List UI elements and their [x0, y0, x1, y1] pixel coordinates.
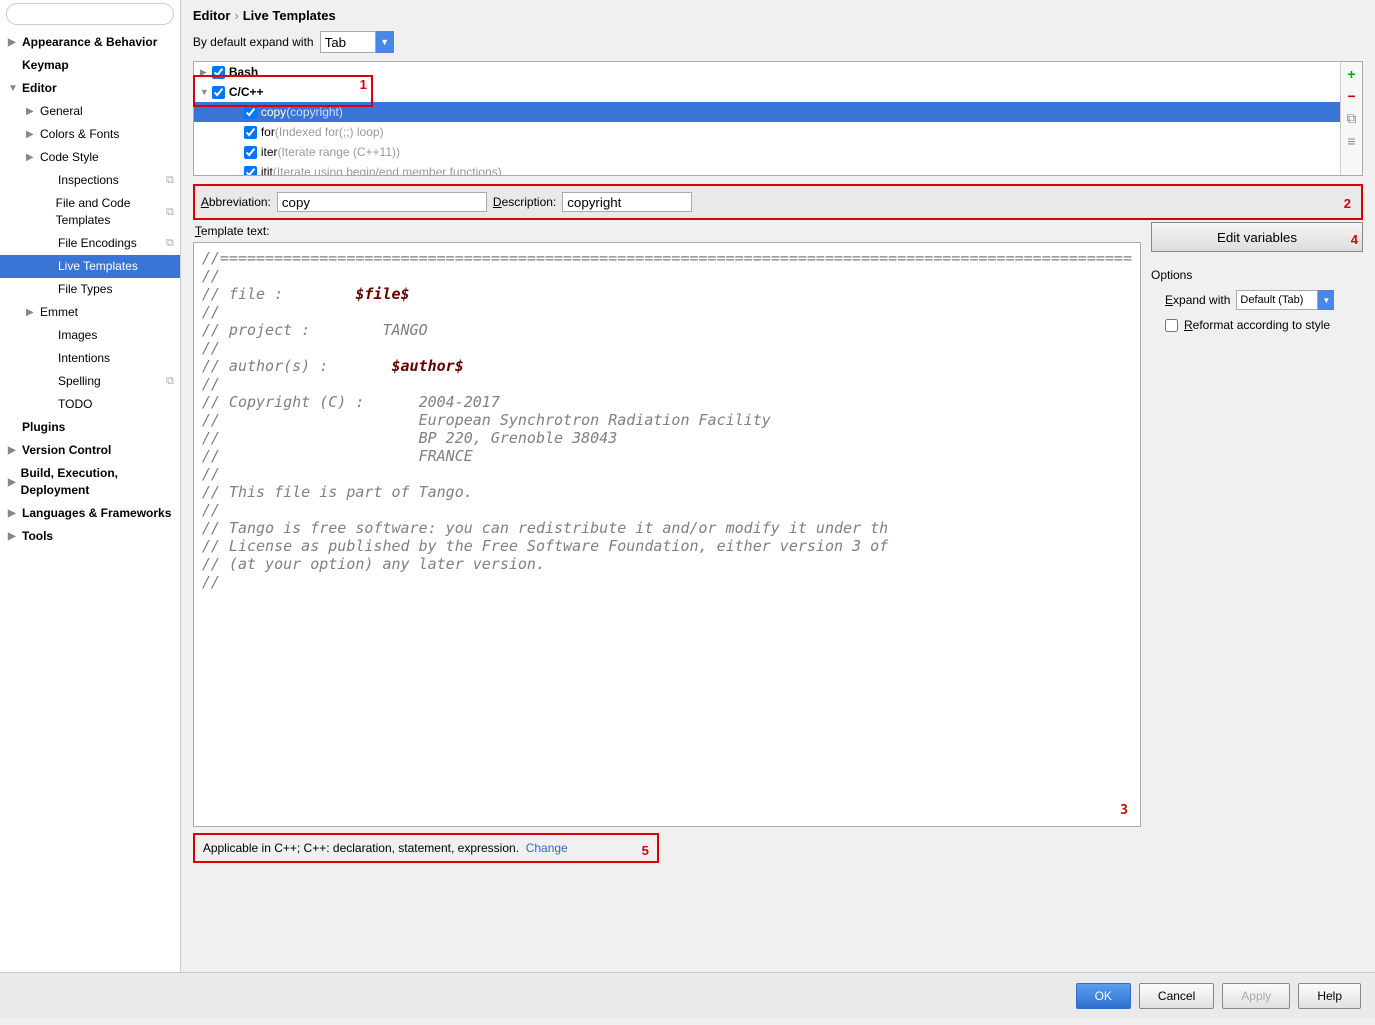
copy-icon[interactable]: ⧉	[1347, 110, 1357, 127]
abbreviation-row: AAbbreviation:bbreviation: Description: …	[193, 184, 1363, 220]
sidebar-item-18[interactable]: ▶Build, Execution, Deployment	[0, 462, 180, 502]
apply-button[interactable]: Apply	[1222, 983, 1290, 1009]
description-input[interactable]	[562, 192, 692, 212]
sidebar-item-20[interactable]: ▶Tools	[0, 525, 180, 548]
edit-variables-button[interactable]: Edit variables 4	[1151, 222, 1363, 252]
sidebar-item-8[interactable]: File Encodings⧉	[0, 232, 180, 255]
sidebar-item-5[interactable]: ▶Code Style	[0, 146, 180, 169]
sidebar-item-6[interactable]: Inspections⧉	[0, 169, 180, 192]
settings-icon[interactable]: ≡	[1347, 133, 1355, 149]
chevron-down-icon[interactable]: ▼	[1318, 290, 1334, 310]
ok-button[interactable]: OK	[1076, 983, 1131, 1009]
sidebar-item-2[interactable]: ▼Editor	[0, 77, 180, 100]
tree-row-3[interactable]: for (Indexed for(;;) loop)	[194, 122, 1340, 142]
sidebar-item-3[interactable]: ▶General	[0, 100, 180, 123]
remove-icon[interactable]: −	[1347, 88, 1355, 104]
sidebar-item-7[interactable]: File and Code Templates⧉	[0, 192, 180, 232]
sidebar-item-19[interactable]: ▶Languages & Frameworks	[0, 502, 180, 525]
applicable-contexts: Applicable in C++; C++: declaration, sta…	[193, 833, 659, 863]
help-button[interactable]: Help	[1298, 983, 1361, 1009]
expand-select[interactable]: ▼	[320, 31, 394, 53]
sidebar-item-17[interactable]: ▶Version Control	[0, 439, 180, 462]
sidebar-item-12[interactable]: Images	[0, 324, 180, 347]
sidebar-item-14[interactable]: Spelling⧉	[0, 370, 180, 393]
annotation-1: 1	[193, 75, 373, 107]
cancel-button[interactable]: Cancel	[1139, 983, 1214, 1009]
sidebar-item-0[interactable]: ▶Appearance & Behavior	[0, 31, 180, 54]
expand-with-select[interactable]: ▼	[1236, 290, 1334, 310]
sidebar-item-15[interactable]: TODO	[0, 393, 180, 416]
sidebar-item-16[interactable]: Plugins	[0, 416, 180, 439]
dialog-footer: OK Cancel Apply Help	[0, 972, 1375, 1018]
expand-label: By default expand with	[193, 35, 314, 49]
content-pane: Editor›Live Templates By default expand …	[181, 0, 1375, 972]
template-text-label: Template text:	[193, 220, 1141, 242]
chevron-down-icon[interactable]: ▼	[376, 31, 394, 53]
breadcrumb: Editor›Live Templates	[193, 4, 1363, 31]
change-contexts-link[interactable]: Change	[526, 841, 568, 855]
tree-row-4[interactable]: iter (Iterate range (C++11))	[194, 142, 1340, 162]
tree-row-5[interactable]: itit (Iterate using begin/end member fun…	[194, 162, 1340, 176]
sidebar-item-11[interactable]: ▶Emmet	[0, 301, 180, 324]
sidebar-item-1[interactable]: Keymap	[0, 54, 180, 77]
reformat-checkbox[interactable]	[1165, 319, 1178, 332]
options-header: Options	[1151, 268, 1363, 282]
sidebar-item-13[interactable]: Intentions	[0, 347, 180, 370]
abbreviation-input[interactable]	[277, 192, 487, 212]
sidebar-item-9[interactable]: Live Templates	[0, 255, 180, 278]
settings-sidebar: ▶Appearance & BehaviorKeymap▼Editor▶Gene…	[0, 0, 181, 972]
sidebar-item-4[interactable]: ▶Colors & Fonts	[0, 123, 180, 146]
sidebar-item-10[interactable]: File Types	[0, 278, 180, 301]
template-text-editor[interactable]: //======================================…	[193, 242, 1141, 827]
add-icon[interactable]: +	[1347, 66, 1355, 82]
search-input[interactable]	[6, 3, 174, 25]
